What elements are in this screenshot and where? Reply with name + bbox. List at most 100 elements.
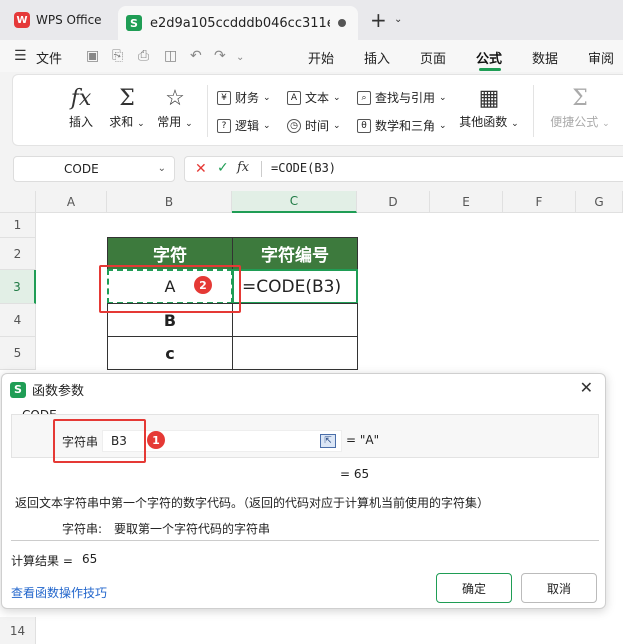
column-header-g[interactable]: G [576,191,623,213]
logic-icon: ? [217,118,231,133]
logic-functions-button[interactable]: ? 逻辑 ⌄ [217,117,271,134]
chevron-down-icon: ⌄ [263,120,271,131]
quick-sigma-icon: Σ [572,86,588,111]
dialog-app-icon: S [10,381,26,398]
row-header-2[interactable]: 2 [0,238,36,270]
header-cell-code[interactable]: 字符编号 [232,237,358,270]
column-header-f[interactable]: F [503,191,576,213]
formula-separator [261,161,262,177]
title-bar: W WPS Office S e2d9a105ccdddb046cc311e +… [0,0,623,40]
name-box[interactable]: CODE ⌄ [13,156,175,182]
autosum-label: 求和 [109,115,134,129]
select-all-corner[interactable] [0,191,36,213]
quick-access-dropdown-icon[interactable]: ⌄ [236,52,244,63]
other-functions-label: 其他函数 [459,115,508,129]
unsaved-dot-icon[interactable] [338,19,346,27]
math-icon: θ [357,118,371,133]
menu-file[interactable]: 文件 [36,48,62,67]
dialog-titlebar[interactable]: S 函数参数 [10,380,84,399]
name-box-value: CODE [64,162,99,176]
calc-result-label: 计算结果 = [11,554,73,568]
lookup-functions-button[interactable]: ⌕ 查找与引用 ⌄ [357,89,447,106]
tab-home[interactable]: 开始 [308,48,334,67]
chevron-down-icon: ⌄ [185,119,193,129]
cancel-button[interactable]: 取消 [521,573,597,603]
tab-page[interactable]: 页面 [420,48,446,67]
cancel-icon[interactable]: ✕ [195,161,207,177]
cell-c5[interactable] [232,336,358,370]
finance-functions-button[interactable]: ¥ 财务 ⌄ [217,89,271,106]
new-tab-button[interactable]: + [370,8,387,32]
tab-list-dropdown-icon[interactable]: ⌄ [394,14,402,25]
print-preview-icon[interactable]: ◫ [164,48,177,64]
tab-formulas[interactable]: 公式 [476,48,502,67]
quick-formula-button[interactable]: Σ 便捷公式 ⌄ [547,85,613,130]
fx-icon[interactable]: fx [237,160,249,175]
redo-icon[interactable]: ↷ [214,48,226,64]
help-link[interactable]: 查看函数操作技巧 [11,584,107,601]
row-header-3[interactable]: 3 [0,270,36,304]
row-header-14[interactable]: 14 [0,617,36,644]
document-tab[interactable]: S e2d9a105ccdddb046cc311e [118,6,358,40]
cell-b5[interactable]: c [107,336,233,370]
chevron-down-icon: ⌄ [333,92,341,103]
print-icon[interactable]: ⎙ [138,48,149,64]
cell-c3[interactable]: =CODE(B3) [232,269,358,304]
menu-bar: ☰ 文件 ▣ ⎘ ⎙ ◫ ↶ ↷ ⌄ 开始 插入 页面 公式 数据 审阅 [0,40,623,72]
row-header-1[interactable]: 1 [0,213,36,238]
chevron-down-icon: ⌄ [511,119,519,129]
text-icon: A [287,90,301,105]
finance-label: 财务 [235,91,260,105]
param-result: = "A" [346,433,380,447]
formula-bar: CODE ⌄ ✕ ✓ fx =CODE(B3) [0,148,623,188]
sigma-icon: Σ [119,86,135,111]
column-header-b[interactable]: B [107,191,232,213]
lookup-label: 查找与引用 [375,91,436,105]
time-functions-button[interactable]: ◷ 时间 ⌄ [287,117,341,134]
formula-input-area[interactable]: ✕ ✓ fx =CODE(B3) [184,156,623,182]
math-functions-button[interactable]: θ 数学和三角 ⌄ [357,117,447,134]
dialog-divider [11,540,599,541]
ribbon-separator [533,85,534,137]
lookup-icon: ⌕ [357,90,371,105]
export-icon[interactable]: ⎘ [112,48,123,64]
function-description: 返回文本字符串中第一个字符的数字代码。（返回的代码对应于计算机当前使用的字符集） [15,496,490,510]
close-icon[interactable]: ✕ [580,378,593,397]
range-picker-icon[interactable]: ⇱ [320,434,336,448]
cell-c4[interactable] [232,303,358,337]
insert-function-button[interactable]: fx 插入 [63,85,99,130]
quick-formula-label: 便捷公式 [550,115,599,129]
time-label: 时间 [305,119,330,133]
chevron-down-icon: ⌄ [439,92,447,103]
common-functions-button[interactable]: ☆ 常用 ⌄ [151,85,199,130]
chevron-down-icon: ⌄ [263,92,271,103]
insert-function-label: 插入 [68,115,93,129]
formula-text[interactable]: =CODE(B3) [271,161,336,175]
tab-data[interactable]: 数据 [532,48,558,67]
wps-home-tab[interactable]: W WPS Office [6,6,112,34]
name-box-dropdown-icon[interactable]: ⌄ [158,163,166,174]
finance-icon: ¥ [217,90,231,105]
autosum-button[interactable]: Σ 求和 ⌄ [105,85,149,130]
hamburger-menu-icon[interactable]: ☰ [14,48,27,64]
row-header-5[interactable]: 5 [0,337,36,370]
math-label: 数学和三角 [375,119,436,133]
clock-icon: ◷ [287,118,301,133]
text-functions-button[interactable]: A 文本 ⌄ [287,89,341,106]
column-header-a[interactable]: A [36,191,107,213]
other-functions-button[interactable]: ▦ 其他函数 ⌄ [453,85,525,130]
ok-button[interactable]: 确定 [436,573,512,603]
row-header-4[interactable]: 4 [0,304,36,337]
column-header-d[interactable]: D [357,191,430,213]
calculator-icon: ▦ [478,86,500,111]
column-header-c[interactable]: C [232,191,357,213]
undo-icon[interactable]: ↶ [190,48,202,64]
document-tab-title: e2d9a105ccdddb046cc311e [150,15,330,31]
wps-logo-icon: W [14,12,30,28]
tab-review[interactable]: 审阅 [588,48,614,67]
column-header-e[interactable]: E [430,191,503,213]
save-icon[interactable]: ▣ [86,48,99,64]
calc-result-value: 65 [82,552,98,566]
tab-insert[interactable]: 插入 [364,48,390,67]
confirm-icon[interactable]: ✓ [217,160,229,176]
